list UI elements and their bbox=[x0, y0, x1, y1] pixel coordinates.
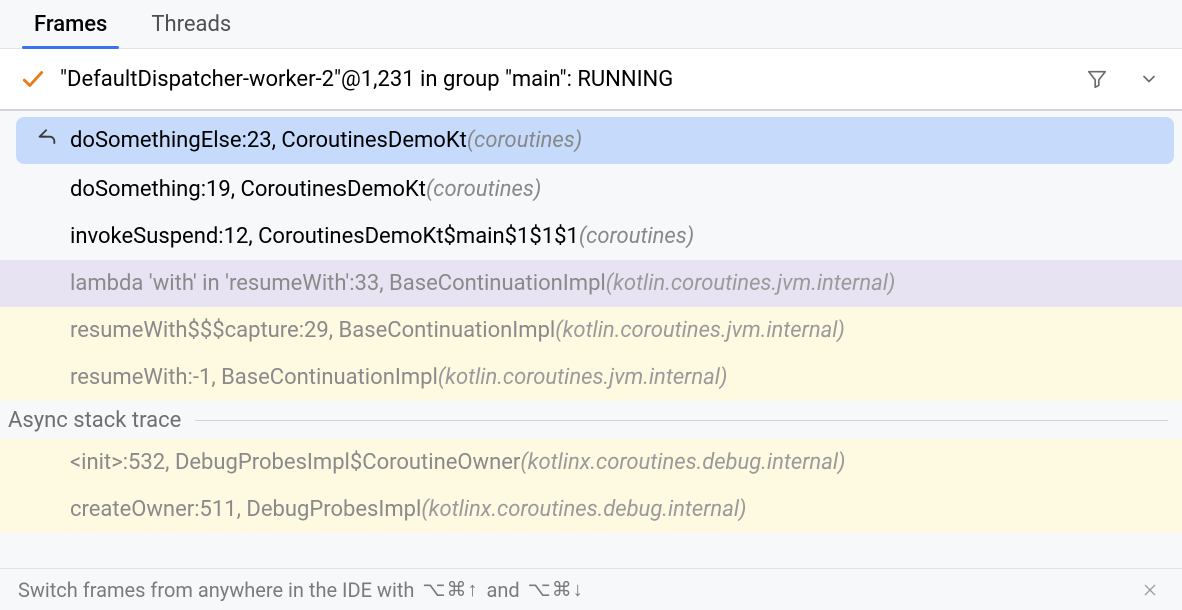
stack-frame[interactable]: <init>:532, DebugProbesImpl$CoroutineOwn… bbox=[0, 439, 1182, 486]
stack-frame[interactable]: invokeSuspend:12, CoroutinesDemoKt$main$… bbox=[0, 213, 1182, 260]
debugger-tabbar: Frames Threads bbox=[0, 0, 1182, 49]
tab-frames[interactable]: Frames bbox=[12, 0, 129, 48]
funnel-icon bbox=[1086, 68, 1108, 90]
close-icon bbox=[1142, 582, 1158, 598]
status-ok-icon bbox=[20, 66, 46, 92]
chevron-down-icon bbox=[1139, 69, 1159, 89]
hint-shortcut-down: ⌥⌘↓ bbox=[528, 577, 584, 602]
frame-method: resumeWith$$$capture:29, BaseContinuatio… bbox=[70, 316, 555, 346]
frame-package: (kotlinx.coroutines.debug.internal) bbox=[421, 495, 746, 525]
separator-line bbox=[195, 420, 1168, 421]
stack-frame[interactable]: resumeWith:-1, BaseContinuationImpl (kot… bbox=[0, 354, 1182, 401]
frame-method: invokeSuspend:12, CoroutinesDemoKt$main$… bbox=[70, 222, 579, 252]
frame-package: (kotlinx.coroutines.debug.internal) bbox=[520, 448, 845, 478]
stack-frame[interactable]: doSomething:19, CoroutinesDemoKt (corout… bbox=[0, 166, 1182, 213]
frame-method: doSomethingElse:23, CoroutinesDemoKt bbox=[70, 126, 467, 156]
stack-frame[interactable]: createOwner:511, DebugProbesImpl (kotlin… bbox=[0, 486, 1182, 533]
drop-frame-icon bbox=[36, 125, 58, 156]
frame-package: (coroutines) bbox=[426, 175, 541, 205]
thread-title[interactable]: "DefaultDispatcher-worker-2"@1,231 in gr… bbox=[60, 67, 1064, 92]
thread-selector-row: "DefaultDispatcher-worker-2"@1,231 in gr… bbox=[0, 49, 1182, 111]
hint-text-and: and bbox=[486, 578, 519, 602]
frame-package: (coroutines) bbox=[467, 126, 582, 156]
thread-dropdown-button[interactable] bbox=[1130, 60, 1168, 98]
frame-method: resumeWith:-1, BaseContinuationImpl bbox=[70, 363, 438, 393]
frame-package: (kotlin.coroutines.jvm.internal) bbox=[438, 363, 728, 393]
frame-method: <init>:532, DebugProbesImpl$CoroutineOwn… bbox=[70, 448, 520, 478]
filter-button[interactable] bbox=[1078, 60, 1116, 98]
frame-method: createOwner:511, DebugProbesImpl bbox=[70, 495, 421, 525]
frame-package: (kotlin.coroutines.jvm.internal) bbox=[606, 269, 896, 299]
frame-package: (kotlin.coroutines.jvm.internal) bbox=[555, 316, 845, 346]
tab-frames-label: Frames bbox=[34, 12, 107, 37]
frame-method: doSomething:19, CoroutinesDemoKt bbox=[70, 175, 426, 205]
async-section-label: Async stack trace bbox=[8, 408, 181, 433]
frame-package: (coroutines) bbox=[579, 222, 694, 252]
stack-frame[interactable]: lambda 'with' in 'resumeWith':33, BaseCo… bbox=[0, 260, 1182, 307]
frames-list: doSomethingElse:23, CoroutinesDemoKt (co… bbox=[0, 117, 1182, 533]
hint-shortcut-up: ⌥⌘↑ bbox=[422, 577, 478, 602]
stack-frame[interactable]: resumeWith$$$capture:29, BaseContinuatio… bbox=[0, 307, 1182, 354]
hint-text-prefix: Switch frames from anywhere in the IDE w… bbox=[18, 578, 414, 602]
async-section-separator: Async stack trace bbox=[0, 401, 1182, 439]
stack-frame[interactable]: doSomethingElse:23, CoroutinesDemoKt (co… bbox=[16, 117, 1174, 164]
tab-threads-label: Threads bbox=[151, 12, 231, 37]
frame-method: lambda 'with' in 'resumeWith':33, BaseCo… bbox=[70, 269, 606, 299]
tab-threads[interactable]: Threads bbox=[129, 0, 253, 48]
hint-footer: Switch frames from anywhere in the IDE w… bbox=[0, 568, 1182, 610]
hint-close-button[interactable] bbox=[1136, 576, 1164, 604]
